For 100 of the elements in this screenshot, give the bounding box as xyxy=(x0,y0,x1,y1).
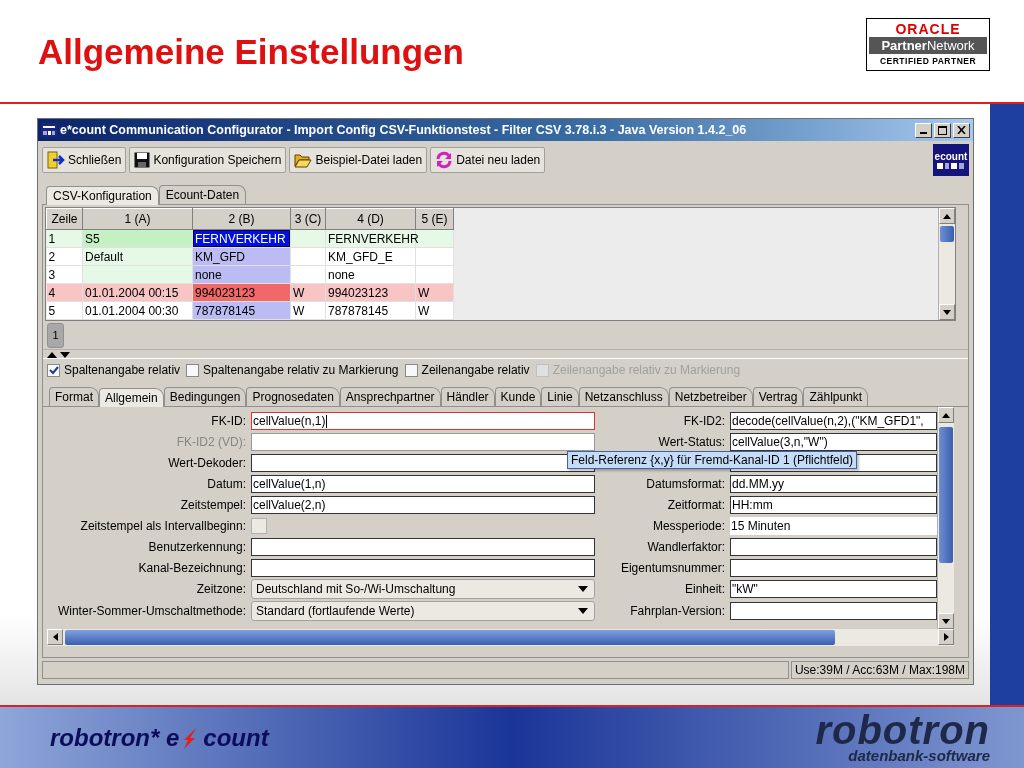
company-logo: robotron xyxy=(815,711,990,748)
text-field[interactable]: "kW" xyxy=(730,580,937,598)
tab[interactable]: CSV-Konfiguration xyxy=(46,186,159,205)
column-header[interactable]: 2 (B) xyxy=(192,208,291,230)
page-button[interactable]: 1 xyxy=(47,322,64,348)
tab[interactable]: Allgemein xyxy=(99,388,164,407)
field-label: Datum: xyxy=(207,476,246,491)
option-checkbox[interactable]: Spaltenangabe relativ xyxy=(47,363,181,377)
app-logo: ecount xyxy=(933,144,969,176)
maximize-button[interactable] xyxy=(934,122,951,138)
arrow-left-icon xyxy=(52,633,58,641)
close-icon xyxy=(957,126,966,134)
field-label: FK-ID: xyxy=(211,413,246,428)
dropdown[interactable]: Deutschland mit So-/Wi-Umschaltung xyxy=(251,579,595,599)
option-checkbox[interactable]: Spaltenangabe relativ zu Markierung xyxy=(186,363,399,377)
option-checkbox[interactable]: Zeilenangabe relativ xyxy=(404,363,530,377)
field-label: Eigentumsnummer: xyxy=(620,560,725,575)
logo-brand: ORACLE xyxy=(895,21,961,37)
table-cell: 4 xyxy=(46,283,83,302)
text-field[interactable]: cellValue(3,n,"W") xyxy=(730,432,937,451)
field-label: Datumsformat: xyxy=(646,476,725,491)
tab[interactable]: Bedingungen xyxy=(163,387,247,406)
tab[interactable]: Händler xyxy=(440,387,495,406)
column-header[interactable]: 1 (A) xyxy=(82,208,193,230)
arrow-right-icon xyxy=(943,633,949,641)
tab[interactable]: Kunde xyxy=(494,387,542,406)
field-label: Kanal-Bezeichnung: xyxy=(138,560,246,575)
field-label: Benutzerkennung: xyxy=(148,539,246,554)
product-name: robotron* e xyxy=(50,723,180,752)
column-header[interactable]: 3 (C) xyxy=(290,208,326,230)
tab[interactable]: Format xyxy=(49,387,99,406)
toolbar-button[interactable]: Datei neu laden xyxy=(430,147,546,173)
logo-program: PartnerNetwork xyxy=(869,37,987,54)
slide-title: Allgemeine Einstellungen xyxy=(38,32,464,72)
text-field[interactable] xyxy=(730,602,937,620)
field-label: Zeitformat: xyxy=(667,497,725,512)
tab[interactable]: Netzbetreiber xyxy=(668,387,753,406)
checkbox[interactable] xyxy=(251,517,267,534)
field-label: Zeitstempel: xyxy=(180,497,246,512)
text-field[interactable]: cellValue(2,n) xyxy=(251,495,595,514)
memory-status: Use:39M / Acc:63M / Max:198M xyxy=(790,661,969,679)
tab[interactable]: Vertrag xyxy=(752,387,804,406)
window-title: e*count Communication Configurator - Import Config CSV-Funktionstest - Filter CSV 3.78.i.3 - Java Version 1.4.2_06 xyxy=(60,123,748,137)
scroll-thumb[interactable] xyxy=(940,226,954,242)
tab[interactable]: Ansprechpartner xyxy=(339,387,441,406)
tab[interactable]: Linie xyxy=(541,387,579,406)
field-label: Winter-Sommer-Umschaltmethode: xyxy=(57,604,246,618)
tooltip: Feld-Referenz {x,y} für Fremd-Kanal-ID 1 (Pflichtfeld) xyxy=(567,451,858,469)
table-cell: 2 xyxy=(46,247,83,266)
field-label: Zeitstempel als Intervallbeginn: xyxy=(80,518,246,533)
product-name: count xyxy=(203,723,269,752)
text-field[interactable]: HH:mm xyxy=(730,495,937,514)
toolbar-button[interactable]: Konfiguration Speichern xyxy=(129,147,287,173)
caret-icon xyxy=(578,608,588,614)
door-arrow-icon xyxy=(47,151,65,169)
arrow-up-icon xyxy=(943,213,951,219)
caret-icon xyxy=(578,586,588,592)
arrow-up-icon xyxy=(942,412,950,418)
dropdown[interactable]: Standard (fortlaufende Werte) xyxy=(251,601,595,621)
tab[interactable]: Prognosedaten xyxy=(246,387,340,406)
field-label: Fahrplan-Version: xyxy=(630,604,725,618)
toolbar-button[interactable]: Beispiel-Datei laden xyxy=(289,147,428,173)
text-field[interactable]: dd.MM.yy xyxy=(730,474,937,493)
text-field[interactable]: cellValue(n,1) xyxy=(251,411,595,430)
text-field[interactable] xyxy=(730,558,937,577)
text-field[interactable] xyxy=(730,537,937,556)
maximize-icon xyxy=(938,125,947,135)
field-label: Wandlerfaktor: xyxy=(647,539,725,554)
splitter-arrows-icon[interactable] xyxy=(47,351,71,358)
scroll-thumb[interactable] xyxy=(939,427,953,563)
tab[interactable]: Netzanschluss xyxy=(578,387,669,406)
field-label: Wert-Dekoder: xyxy=(168,455,246,470)
value-text: 15 Minuten xyxy=(730,516,937,535)
tab[interactable]: Ecount-Daten xyxy=(158,185,247,204)
field-label: Messperiode: xyxy=(652,518,725,533)
text-field[interactable]: cellValue(1,n) xyxy=(251,474,595,493)
app-icon xyxy=(41,123,57,137)
text-field[interactable]: decode(cellValue(n,2),("KM_GFD1", xyxy=(730,411,937,430)
column-header[interactable]: Zeile xyxy=(46,208,83,230)
column-header[interactable]: 4 (D) xyxy=(325,208,416,230)
tab[interactable]: Zählpunkt xyxy=(803,387,869,406)
check-icon xyxy=(48,365,59,375)
minimize-button[interactable] xyxy=(915,122,932,138)
vertical-scrollbar[interactable] xyxy=(938,208,955,320)
field-label: Wert-Status: xyxy=(658,434,725,449)
horizontal-scrollbar[interactable] xyxy=(47,629,954,646)
vertical-scrollbar[interactable] xyxy=(937,407,954,629)
refresh-icon xyxy=(435,151,454,169)
company-tagline: datenbank-software xyxy=(848,747,990,764)
close-button[interactable] xyxy=(953,122,970,138)
scroll-thumb[interactable] xyxy=(65,630,835,645)
table-cell: 3 xyxy=(46,265,83,284)
table-cell: 5 xyxy=(46,301,83,320)
column-header[interactable]: 5 (E) xyxy=(415,208,454,230)
toolbar-button[interactable]: Schließen xyxy=(42,147,127,173)
text-field[interactable] xyxy=(251,558,595,577)
arrow-down-icon xyxy=(942,618,950,624)
field-label: Einheit: xyxy=(684,582,725,596)
field-label: FK-ID2 (VD): xyxy=(176,434,246,449)
text-field[interactable] xyxy=(251,537,595,556)
